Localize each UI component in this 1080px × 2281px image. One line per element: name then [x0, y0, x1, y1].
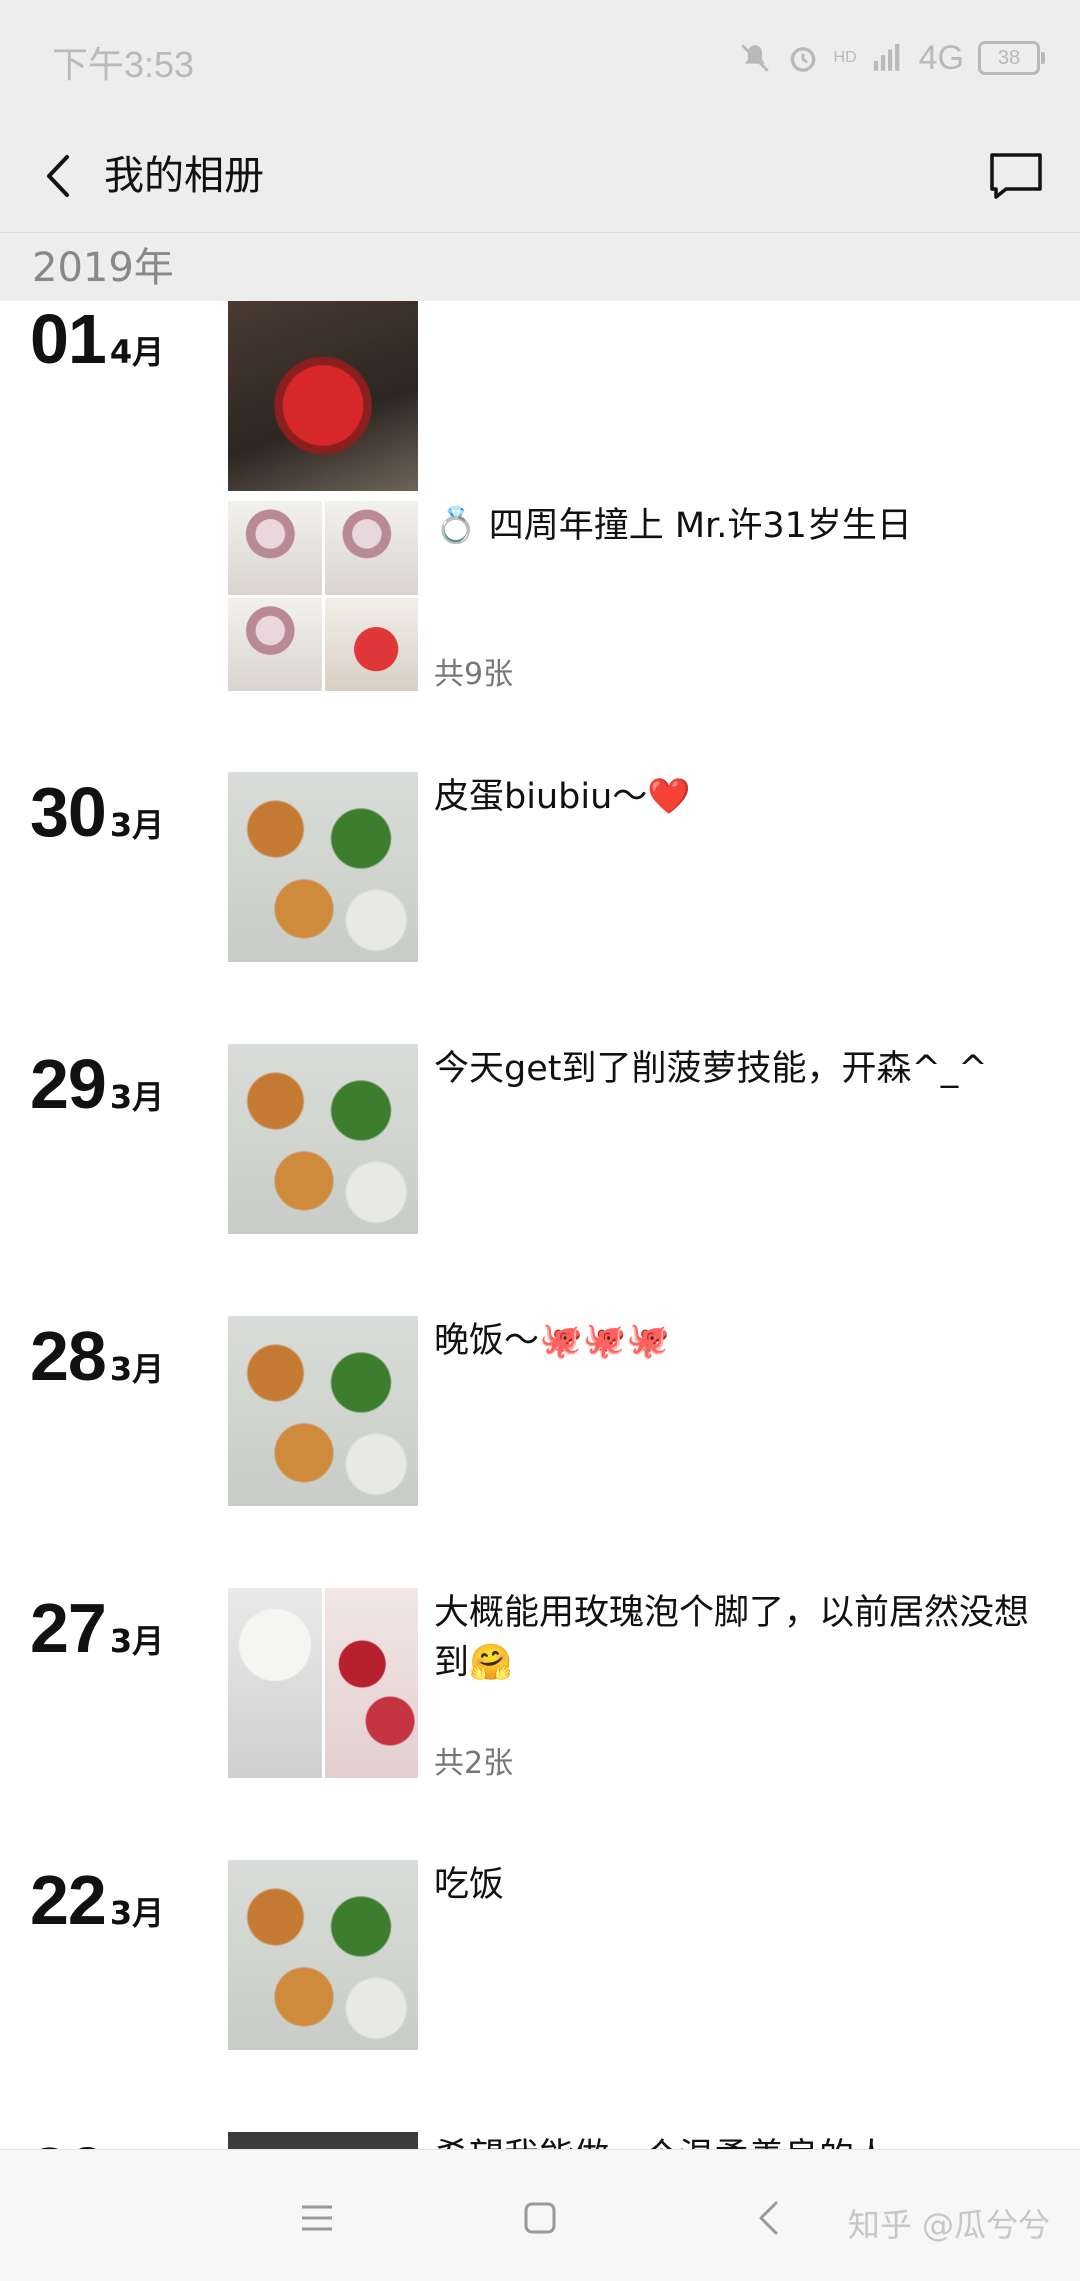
status-time: 下午3:53	[52, 44, 195, 85]
messages-button[interactable]	[986, 148, 1046, 204]
entry-date: 20 3月	[30, 2132, 164, 2149]
status-icons: HD 4G 38	[738, 38, 1045, 78]
entry-caption: 吃饭	[434, 1865, 505, 1905]
entry-day: 28	[30, 1317, 107, 1395]
entry-month: 3月	[109, 1078, 165, 1116]
entry-date: 01 4月	[30, 301, 164, 379]
photo	[228, 501, 322, 595]
photo	[228, 1588, 322, 1778]
entry-day: 29	[30, 1045, 107, 1123]
photo	[324, 501, 418, 595]
year-header: 2019年	[0, 233, 1080, 301]
entry-date: 22 3月	[30, 1860, 164, 1940]
entry-month: 3月	[109, 1894, 165, 1932]
mute-bell-icon	[740, 44, 769, 72]
entry-month: 3月	[109, 1622, 165, 1660]
photo-thumbnail[interactable]	[228, 301, 418, 491]
status-bar: 下午3:53 HD 4G 38	[0, 0, 1080, 120]
photo-thumbnail[interactable]	[228, 772, 418, 962]
alarm-icon	[790, 47, 815, 72]
photo	[228, 1316, 418, 1506]
hd-indicator: HD	[833, 49, 857, 66]
photo-thumbnail[interactable]	[228, 1316, 418, 1506]
photo-count: 共9张	[434, 657, 514, 692]
page-title: 我的相册	[104, 153, 264, 199]
photo	[228, 597, 322, 691]
photo	[228, 301, 418, 491]
photo-thumbnail[interactable]	[228, 1044, 418, 1234]
entry-day: 22	[30, 1861, 107, 1939]
network-type: 4G	[918, 38, 964, 77]
system-nav-bar: 知乎 @瓜兮兮	[0, 2149, 1080, 2281]
home-button[interactable]	[516, 2194, 564, 2242]
photo	[324, 597, 418, 691]
album-feed[interactable]: 01 4月 💍 四周年撞上 Mr.许31岁生日 共9张 30 3月 皮蛋biub…	[0, 301, 1080, 2149]
entry-caption: 💍 四周年撞上 Mr.许31岁生日	[434, 506, 912, 546]
photo	[228, 1044, 418, 1234]
entry-caption: 今天get到了削菠萝技能，开森^_^	[434, 1049, 988, 1089]
photo	[324, 1588, 418, 1778]
chevron-left-icon	[47, 155, 69, 197]
entry-day: 20	[30, 2132, 107, 2149]
photo-count: 共2张	[434, 1746, 514, 1781]
back-nav-button[interactable]	[744, 2194, 792, 2242]
battery-icon: 38	[978, 41, 1045, 75]
home-square-icon	[524, 2202, 556, 2234]
entry-day: 01	[30, 301, 107, 378]
entry-caption: 皮蛋biubiu～❤️	[434, 777, 691, 817]
entry-day: 27	[30, 1589, 107, 1667]
photo-thumbnail[interactable]	[228, 501, 418, 691]
signal-icon	[873, 43, 899, 71]
photo	[228, 1860, 418, 2050]
photo	[228, 772, 418, 962]
entry-month: 3月	[109, 806, 165, 844]
entry-caption: 大概能用玫瑰泡个脚了，以前居然没想到🤗	[434, 1593, 1030, 1683]
menu-button[interactable]	[293, 2194, 341, 2242]
entry-day: 30	[30, 773, 107, 851]
photo-thumbnail[interactable]	[228, 1588, 418, 1778]
entry-caption: 晚饭～🐙🐙🐙	[434, 1321, 670, 1361]
menu-icon	[302, 2205, 332, 2231]
back-arrow-icon	[759, 2201, 778, 2235]
photo	[228, 2132, 418, 2149]
entry-caption: 希望我能做一个温柔善良的人	[434, 2132, 1044, 2149]
entry-month: 4月	[109, 333, 165, 371]
entry-date: 30 3月	[30, 772, 164, 852]
entry-month: 3月	[109, 1350, 165, 1388]
entry-date: 29 3月	[30, 1044, 164, 1124]
photo-thumbnail[interactable]	[228, 1860, 418, 2050]
message-bubble-icon	[990, 153, 1042, 199]
entry-date: 28 3月	[30, 1316, 164, 1396]
nav-bar: 我的相册	[0, 120, 1080, 233]
entry-date: 27 3月	[30, 1588, 164, 1668]
back-button[interactable]	[28, 146, 88, 206]
watermark: 知乎 @瓜兮兮	[847, 2206, 1050, 2244]
year-label: 2019年	[32, 245, 174, 291]
photo-thumbnail[interactable]	[228, 2132, 418, 2149]
